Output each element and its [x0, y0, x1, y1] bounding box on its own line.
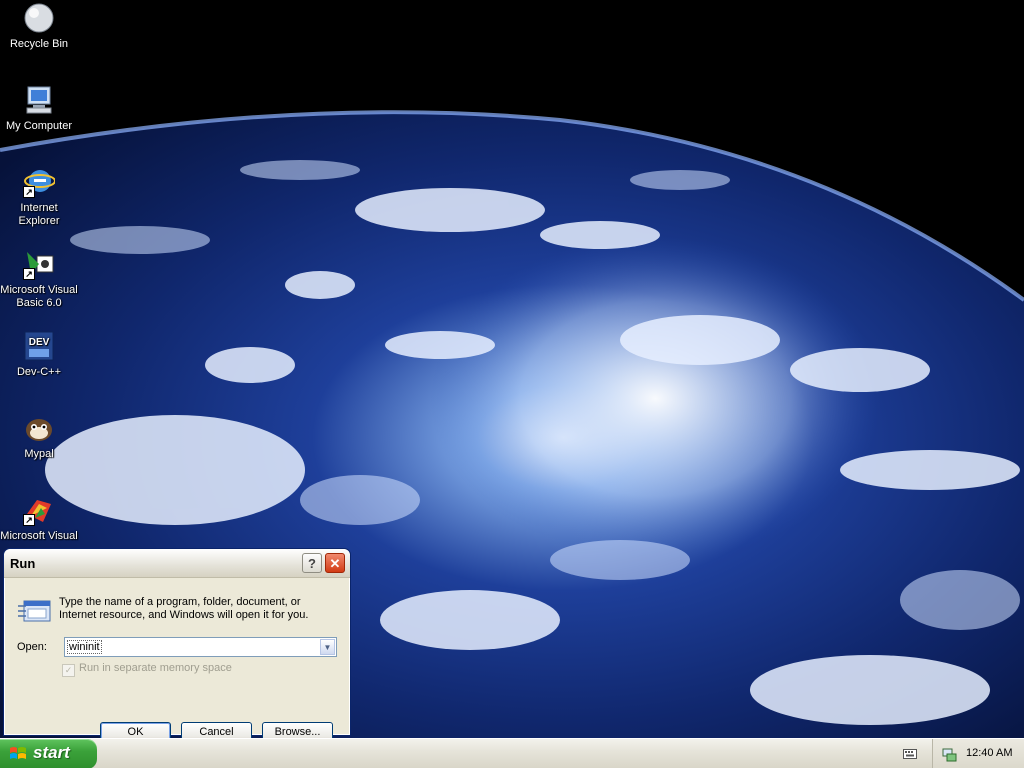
desktop-icon-recycle-bin[interactable]: Recycle Bin [0, 2, 78, 51]
start-button[interactable]: start [0, 739, 97, 768]
desktop-icon-label: Mypal [24, 448, 54, 460]
dialog-body: Type the name of a program, folder, docu… [4, 578, 350, 743]
run-dialog[interactable]: Run ? ✕ Type the name of a program, fold… [3, 548, 351, 743]
close-button[interactable]: ✕ [325, 553, 345, 573]
visual-basic-icon: ↗ [23, 248, 55, 280]
desktop-icon-visual-basic[interactable]: ↗ Microsoft Visual Basic 6.0 [0, 248, 78, 310]
shortcut-arrow-icon: ↗ [23, 268, 35, 280]
shortcut-arrow-icon: ↗ [23, 186, 35, 198]
help-button[interactable]: ? [302, 553, 322, 573]
desktop-icon-label: My Computer [5, 120, 73, 132]
visual-studio-icon: ↗ [23, 494, 55, 526]
keyboard-icon[interactable] [903, 747, 917, 759]
shortcut-arrow-icon: ↗ [23, 514, 35, 526]
start-label: start [33, 743, 70, 762]
checkbox-check-icon[interactable]: ✓ [62, 664, 75, 677]
desktop-icon-label: Internet Explorer [18, 202, 60, 227]
dialog-titlebar[interactable]: Run ? ✕ [4, 549, 350, 578]
help-icon: ? [308, 556, 316, 571]
desktop-icon-label: Microsoft Visual [0, 530, 78, 542]
windows-flag-icon [9, 745, 27, 763]
taskbar[interactable]: start 12:40 AM [0, 738, 1024, 768]
checkbox-label: Run in separate memory space [79, 662, 232, 674]
dev-cpp-icon: DEV [23, 330, 55, 362]
system-tray: 12:40 AM [932, 739, 1024, 768]
chevron-down-icon[interactable]: ▼ [320, 639, 335, 655]
svg-text:DEV: DEV [29, 337, 50, 348]
dialog-title: Run [10, 556, 36, 571]
run-icon [18, 598, 52, 624]
open-input[interactable]: wininit [67, 640, 102, 654]
dialog-description: Type the name of a program, folder, docu… [59, 596, 309, 621]
internet-explorer-icon: ↗ [23, 166, 55, 198]
network-icon[interactable] [941, 746, 957, 762]
desktop-icon-label: Dev-C++ [16, 366, 62, 378]
open-combobox[interactable]: wininit ▼ [64, 637, 337, 657]
desktop-icon-label: Recycle Bin [9, 38, 69, 50]
desktop-icon-mypal[interactable]: Mypal [0, 412, 78, 461]
close-icon: ✕ [329, 556, 341, 571]
my-computer-icon [23, 84, 55, 116]
open-label: Open: [17, 641, 47, 653]
separate-memory-checkbox[interactable]: ✓ Run in separate memory space [62, 662, 232, 677]
desktop-icon-dev-cpp[interactable]: DEV Dev-C++ [0, 330, 78, 379]
desktop-icon-label: Microsoft Visual Basic 6.0 [0, 284, 78, 309]
clock[interactable]: 12:40 AM [966, 747, 1012, 759]
mypal-icon [23, 412, 55, 444]
desktop-icon-internet-explorer[interactable]: ↗ Internet Explorer [0, 166, 78, 228]
recycle-bin-icon [23, 2, 55, 34]
desktop-icon-my-computer[interactable]: My Computer [0, 84, 78, 133]
desktop-icon-visual-studio[interactable]: ↗ Microsoft Visual [0, 494, 78, 543]
